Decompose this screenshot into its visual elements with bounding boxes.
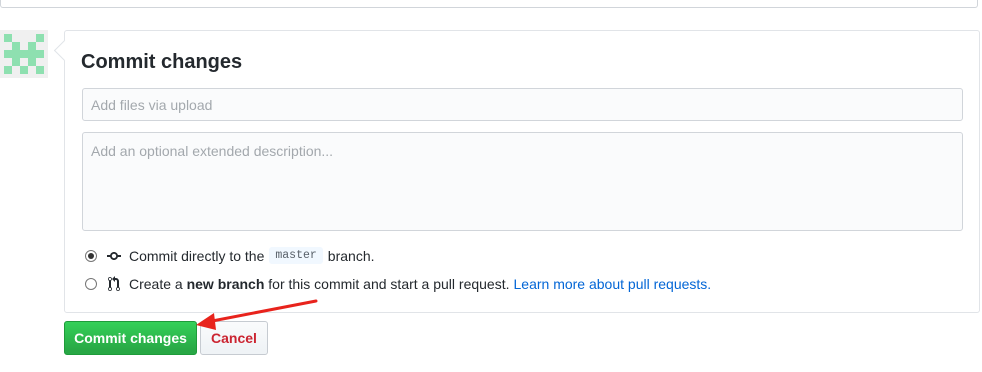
new-branch-radio[interactable]: [85, 278, 97, 290]
file-editor-bottom-edge: [0, 0, 978, 8]
commit-direct-radio[interactable]: [85, 249, 97, 262]
new-branch-option[interactable]: Create a new branch for this commit and …: [85, 276, 711, 292]
commit-form: Commit changes Commit directly to the ma…: [53, 30, 980, 313]
commit-title: Commit changes: [81, 51, 243, 73]
commit-direct-option[interactable]: Commit directly to the master branch.: [85, 247, 375, 264]
new-branch-bold-text: new branch: [186, 276, 265, 292]
commit-form-caret: [53, 39, 76, 62]
new-branch-text-before: Create a: [129, 276, 183, 292]
commit-direct-text: Commit directly to the: [129, 247, 265, 264]
avatar[interactable]: [0, 30, 48, 78]
commit-page: Commit changes Commit directly to the ma…: [0, 0, 982, 372]
commit-direct-text-after: branch.: [327, 247, 375, 264]
git-pull-request-icon: [108, 276, 120, 291]
branch-name: master: [269, 247, 323, 264]
commit-summary-input[interactable]: [82, 88, 963, 121]
git-commit-icon: [107, 251, 121, 260]
commit-description-input[interactable]: [82, 132, 963, 231]
identicon-avatar-icon: [0, 30, 48, 78]
new-branch-text-after: for this commit and start a pull request…: [268, 276, 510, 292]
cancel-button[interactable]: Cancel: [200, 321, 268, 355]
learn-more-pull-requests-link[interactable]: Learn more about pull requests.: [514, 276, 712, 292]
commit-changes-button[interactable]: Commit changes: [64, 321, 197, 355]
